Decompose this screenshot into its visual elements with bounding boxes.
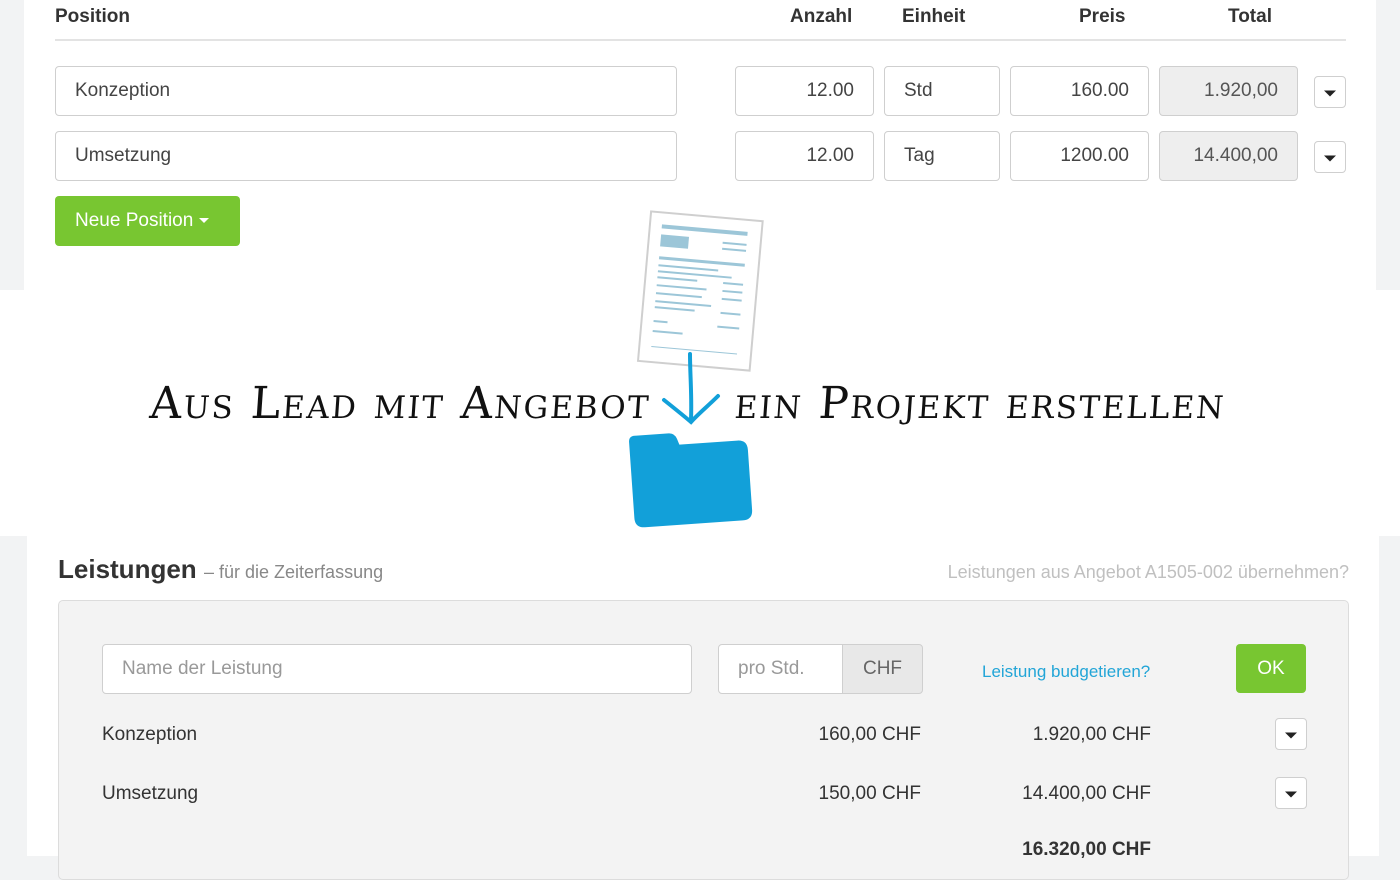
service-row-name: Konzeption [102,724,198,745]
currency-addon: CHF [842,644,923,694]
position-name-input[interactable]: Konzeption [55,66,677,116]
position-name-input[interactable]: Umsetzung [55,131,677,181]
caret-down-icon [1285,791,1297,798]
service-row-options-button[interactable] [1275,718,1307,750]
header-divider [55,39,1346,41]
service-row-options-button[interactable] [1275,777,1307,809]
service-name-input[interactable]: Name der Leistung [102,644,692,694]
services-card: Leistungen – für die Zeiterfassung Leist… [27,536,1379,880]
feature-banner: Aus Lead mit Angebot ein Projekt erstell… [0,210,1400,536]
header-anzahl: Anzahl [790,6,853,27]
total-field: 1.920,00 [1159,66,1298,116]
new-position-label: Neue Position [75,210,194,231]
header-einheit: Einheit [902,6,966,27]
caret-down-icon [1285,732,1297,739]
service-row-rate: 150,00 CHF [818,783,921,804]
caret-down-icon [199,218,210,224]
row-options-button[interactable] [1314,76,1346,108]
arrow-down-icon [662,352,720,425]
caret-down-icon [1324,90,1336,97]
banner-left-text: Aus Lead mit Angebot [148,378,653,429]
service-row-name: Umsetzung [102,783,199,804]
services-sum: 16.320,00 CHF [1022,839,1151,860]
quantity-input[interactable]: 12.00 [735,66,874,116]
service-row-total: 14.400,00 CHF [1022,783,1151,804]
rate-input[interactable]: pro Std. [718,644,843,694]
header-position: Position [55,6,130,27]
services-title: Leistungen [58,554,197,584]
header-preis: Preis [1079,6,1126,27]
banner-right-text: ein Projekt erstellen [733,378,1228,429]
services-subtitle: – für die Zeiterfassung [204,562,384,582]
new-position-button[interactable]: Neue Position [55,196,240,246]
import-from-offer-link[interactable]: Leistungen aus Angebot A1505-002 überneh… [948,562,1349,583]
folder-icon [629,433,753,528]
total-field: 14.400,00 [1159,131,1298,181]
ok-button[interactable]: OK [1236,644,1306,693]
services-panel: Name der Leistung pro Std. CHF Leistung … [58,600,1349,880]
service-row-total: 1.920,00 CHF [1032,724,1151,745]
price-input[interactable]: 160.00 [1010,66,1149,116]
header-total: Total [1228,6,1272,27]
caret-down-icon [1324,155,1336,162]
budget-service-link[interactable]: Leistung budgetieren? [982,662,1150,682]
service-row-rate: 160,00 CHF [818,724,921,745]
unit-input[interactable]: Std [884,66,1000,116]
price-input[interactable]: 1200.00 [1010,131,1149,181]
unit-input[interactable]: Tag [884,131,1000,181]
row-options-button[interactable] [1314,141,1346,173]
quantity-input[interactable]: 12.00 [735,131,874,181]
